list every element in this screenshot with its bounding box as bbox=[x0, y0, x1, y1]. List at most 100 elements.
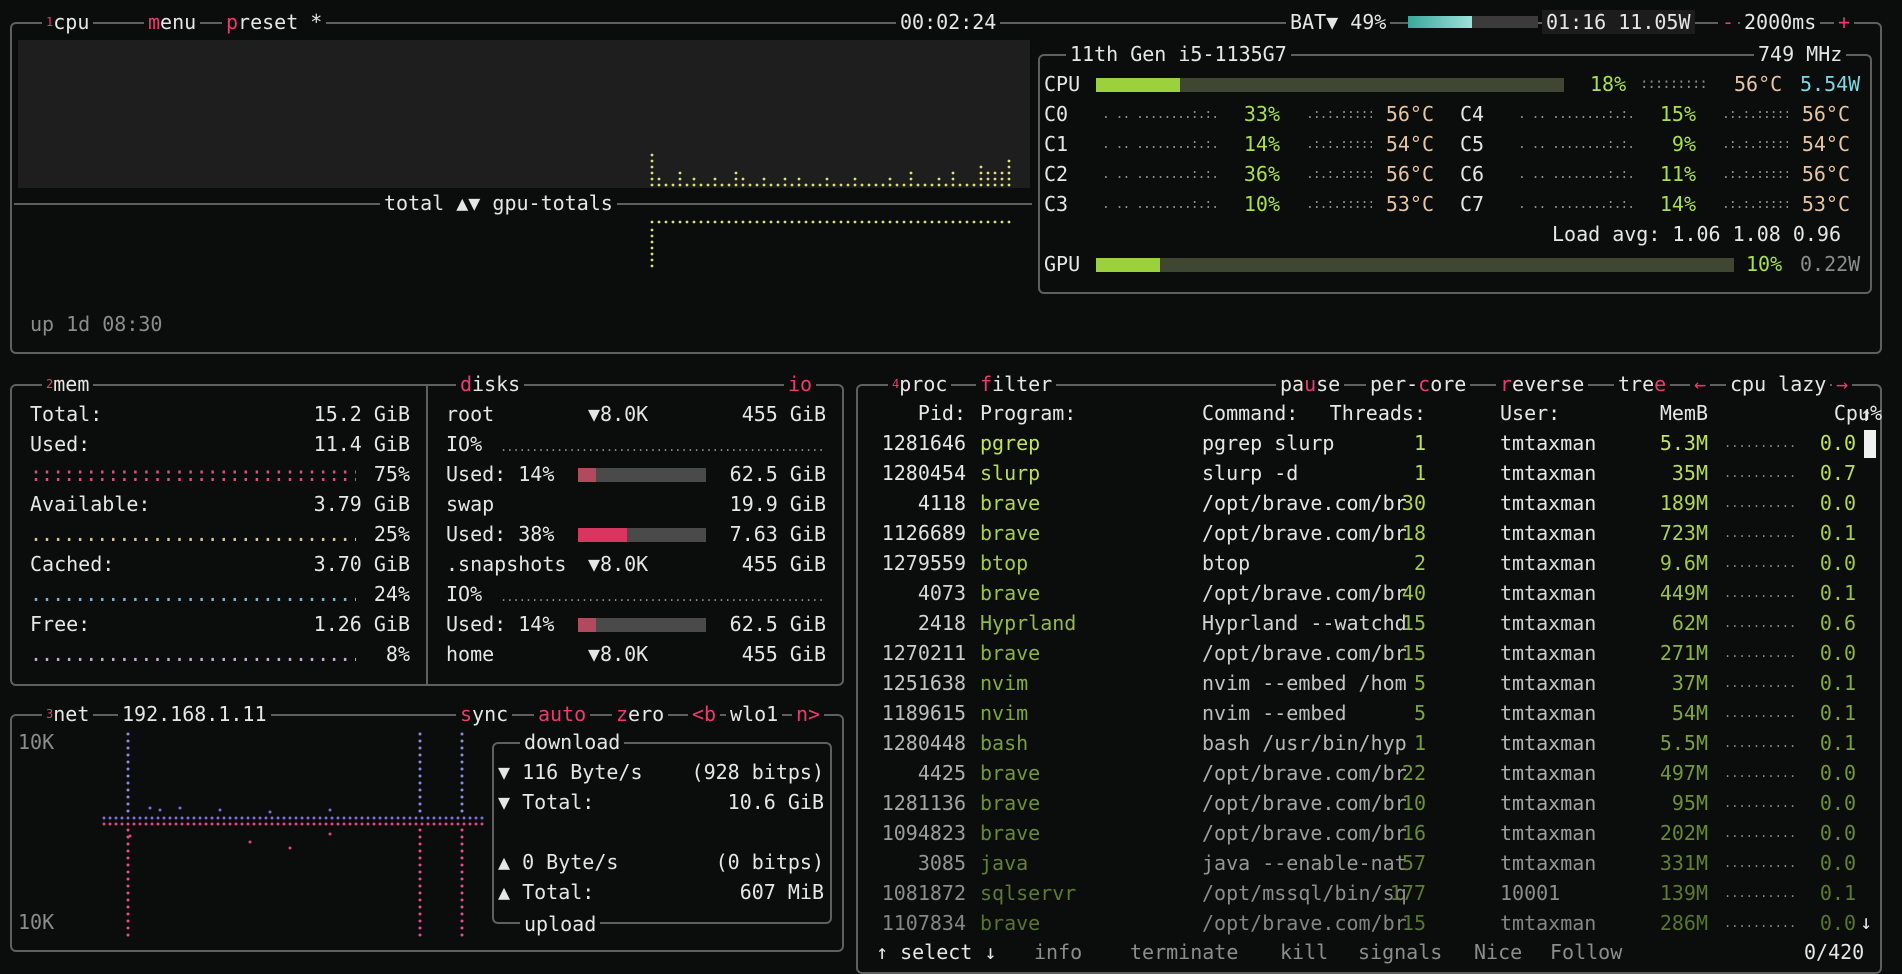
process-row[interactable]: 1081872 sqlservr/opt/mssql/bin/sq 177 10001… bbox=[870, 878, 1870, 908]
gpu-graph-dot bbox=[902, 220, 906, 224]
gpu-graph-dot bbox=[818, 220, 822, 224]
cpu-graph-dot bbox=[699, 183, 703, 187]
net-zero-toggle[interactable]: zero bbox=[612, 702, 669, 726]
mem-tab[interactable]: 2mem bbox=[42, 372, 94, 396]
net-next-interface[interactable]: n> bbox=[792, 702, 825, 726]
process-row[interactable]: 1280448 bash bash /usr/bin/hyp 1 tmtaxman 5.5… bbox=[870, 728, 1870, 758]
graph-label[interactable]: total ▲▼ gpu-totals bbox=[380, 191, 617, 215]
proc-tab[interactable]: 4proc bbox=[888, 372, 952, 396]
net-graph-dot bbox=[126, 926, 130, 930]
net-graph-dot bbox=[270, 816, 274, 820]
footer-info[interactable]: info bbox=[1030, 940, 1087, 964]
gpu-graph-dot bbox=[1000, 220, 1004, 224]
proc-sort-right[interactable]: → bbox=[1832, 372, 1853, 396]
net-graph-dot bbox=[342, 822, 346, 826]
cpu-graph-dot bbox=[909, 171, 913, 175]
proc-filter-button[interactable]: filter bbox=[976, 372, 1057, 396]
footer-signals[interactable]: signals bbox=[1354, 940, 1447, 964]
gpu-graph-dot bbox=[692, 220, 696, 224]
net-graph-dot bbox=[306, 822, 310, 826]
net-tab[interactable]: 3net bbox=[42, 702, 94, 726]
process-row[interactable]: 2418 Hyprland Hyprland --watchd 15 tmtaxman 6… bbox=[870, 608, 1870, 638]
process-row[interactable]: 1281136 brave/opt/brave.com/br 10 tmtaxman 9… bbox=[870, 788, 1870, 818]
download-rate: ▼ 116 Byte/s bbox=[498, 760, 643, 784]
menu-button[interactable]: menu bbox=[144, 10, 201, 34]
gpu-graph-dot bbox=[706, 220, 710, 224]
net-graph-dot bbox=[294, 816, 298, 820]
battery-time: 01:16 11.05W bbox=[1542, 10, 1695, 34]
footer-nice[interactable]: Nice bbox=[1470, 940, 1527, 964]
net-graph-dot bbox=[162, 822, 166, 826]
core-percent: 11% bbox=[1659, 162, 1696, 186]
disk-snapshots-used: Used: 14% bbox=[446, 612, 555, 636]
preset-button[interactable]: preset * bbox=[222, 10, 327, 34]
process-row[interactable]: 4425 brave/opt/brave.com/br 22 tmtaxman 497M… bbox=[870, 758, 1870, 788]
battery-status: BAT▼ 49% bbox=[1286, 10, 1391, 34]
process-row[interactable]: 1279559 btop btop 2 tmtaxman 9.6M.......... 0.… bbox=[870, 548, 1870, 578]
net-graph-dot bbox=[126, 767, 130, 771]
proc-pause-button[interactable]: pause bbox=[1276, 372, 1345, 396]
proc-reverse-toggle[interactable]: reverse bbox=[1496, 372, 1589, 396]
cpu-tab[interactable]: 1cpu bbox=[42, 10, 94, 34]
proc-header-row: Pid: Program: Command: Threads: User: Me… bbox=[870, 398, 1882, 428]
footer-select[interactable]: ↑ select ↓ bbox=[872, 940, 1001, 964]
header-cpu[interactable]: Cpu% bbox=[870, 398, 1882, 428]
gpu-graph-dot bbox=[853, 220, 857, 224]
proc-per-core-toggle[interactable]: per-core bbox=[1366, 372, 1471, 396]
net-graph-dot bbox=[402, 822, 406, 826]
process-row[interactable]: 1189615 nvim nvim --embed 5 tmtaxman 54M.....… bbox=[870, 698, 1870, 728]
net-graph-dot bbox=[384, 816, 388, 820]
net-interface[interactable]: wlo1 bbox=[726, 702, 783, 726]
interval-minus-button[interactable]: - bbox=[1718, 10, 1739, 34]
footer-kill[interactable]: kill bbox=[1276, 940, 1333, 964]
proc-tree-toggle[interactable]: tree bbox=[1614, 372, 1671, 396]
process-row[interactable]: 3085 java java --enable-nat 57 tmtaxman 331M.… bbox=[870, 848, 1870, 878]
net-graph-dot bbox=[460, 891, 464, 895]
process-cpu: 0.0 bbox=[1819, 431, 1856, 455]
mem-cached-value: 3.70 GiB bbox=[313, 552, 410, 576]
process-row[interactable]: 1251638 nvim nvim --embed /hom 5 tmtaxman 37M… bbox=[870, 668, 1870, 698]
net-auto-toggle[interactable]: auto bbox=[534, 702, 591, 726]
process-row[interactable]: 1280454 slurp slurp -d 1 tmtaxman 35M........… bbox=[870, 458, 1870, 488]
core-temp-graph: .:.:.::::: bbox=[1722, 197, 1788, 212]
net-graph-dot bbox=[418, 898, 422, 902]
scroll-up-button[interactable]: ↑ bbox=[1860, 402, 1872, 426]
mem-cached-label: Cached: bbox=[30, 552, 115, 576]
process-row[interactable]: 1270211 brave/opt/brave.com/br 15 tmtaxman 2… bbox=[870, 638, 1870, 668]
gpu-graph-dot bbox=[734, 220, 738, 224]
interval-plus-button[interactable]: + bbox=[1834, 10, 1855, 34]
cpu-graph-dot bbox=[748, 183, 752, 187]
mem-total-value: 15.2 GiB bbox=[313, 402, 410, 426]
net-graph-dot bbox=[474, 816, 478, 820]
net-graph-dot bbox=[420, 816, 424, 820]
process-row[interactable]: 1281646 pgrep pgrep slurp 1 tmtaxman 5.3M....… bbox=[870, 428, 1870, 458]
net-prev-interface[interactable]: <b bbox=[688, 702, 721, 726]
disks-tab[interactable]: disks bbox=[456, 372, 525, 396]
net-sync-toggle[interactable]: sync bbox=[456, 702, 513, 726]
net-graph-dot bbox=[114, 816, 118, 820]
footer-follow[interactable]: Follow bbox=[1546, 940, 1627, 964]
proc-sort-mode[interactable]: cpu lazy bbox=[1726, 372, 1831, 396]
net-graph-dot bbox=[234, 816, 238, 820]
io-toggle[interactable]: io bbox=[784, 372, 817, 396]
process-row[interactable]: 1107834 brave/opt/brave.com/br 15 tmtaxman 2… bbox=[870, 908, 1870, 938]
gpu-graph-dot bbox=[650, 240, 654, 244]
process-row[interactable]: 4073 brave/opt/brave.com/br 40 tmtaxman 449M… bbox=[870, 578, 1870, 608]
uptime: up 1d 08:30 bbox=[30, 312, 163, 336]
net-graph-dot bbox=[288, 816, 292, 820]
process-row[interactable]: 4118 brave/opt/brave.com/br 30 tmtaxman 189M… bbox=[870, 488, 1870, 518]
process-row[interactable]: 1126689 brave/opt/brave.com/br 18 tmtaxman 7… bbox=[870, 518, 1870, 548]
gpu-power: 0.22W bbox=[1800, 252, 1861, 276]
net-graph-dot bbox=[268, 810, 272, 814]
download-bits: (928 bitps) bbox=[691, 760, 824, 784]
net-graph-dot bbox=[418, 795, 422, 799]
cpu-graph-dot bbox=[853, 177, 857, 181]
disk-snapshots-io: ▼8.0K bbox=[588, 552, 649, 576]
process-cpu: 0.6 bbox=[1819, 611, 1856, 635]
update-interval[interactable]: 2000ms bbox=[1740, 10, 1821, 34]
cpu-graph-dot bbox=[930, 183, 934, 187]
process-row[interactable]: 1094823 brave/opt/brave.com/br 16 tmtaxman 2… bbox=[870, 818, 1870, 848]
net-graph-dot bbox=[126, 842, 130, 846]
proc-sort-left[interactable]: ← bbox=[1690, 372, 1711, 396]
footer-terminate[interactable]: terminate bbox=[1126, 940, 1243, 964]
